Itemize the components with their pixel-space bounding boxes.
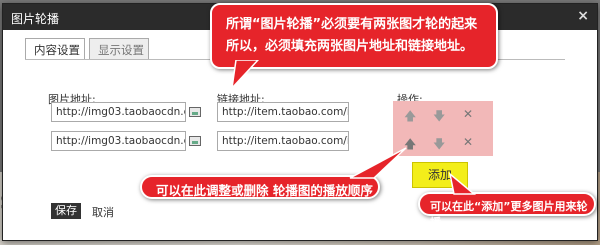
image-picker-icon[interactable] [189,107,201,117]
cancel-button[interactable]: 取消 [92,204,114,220]
callout-tail-icon [448,172,477,195]
link-url-input[interactable]: http://item.taobao.com/item. [217,131,349,151]
image-picker-icon[interactable] [189,136,201,146]
image-url-input[interactable]: http://img03.taobaocdn.com/ [51,131,186,151]
delete-icon[interactable]: ✕ [463,135,473,149]
annotation-text-line: 所以，必须填充两张图片地址和链接地址。 [226,39,474,54]
tab-content-settings[interactable]: 内容设置 [25,38,85,60]
callout-tail-icon [230,60,260,90]
annotation-callout-add-more: 可以在此“添加”更多图片用来轮播 [418,192,596,229]
delete-icon[interactable]: ✕ [463,107,473,121]
annotation-text-line: 所谓“图片轮播”必须要有两张图才轮的起来 [226,17,478,32]
move-up-icon[interactable]: 🡅 [404,107,416,128]
move-down-icon[interactable]: 🡇 [433,107,445,128]
image-url-input[interactable]: http://img03.taobaocdn.com/ [51,102,186,122]
tab-display-settings[interactable]: 显示设置 [89,38,149,60]
close-icon[interactable]: × [577,8,589,24]
link-url-input[interactable]: http://item.taobao.com/item. [217,102,349,122]
dialog-title: 图片轮播 [11,12,60,26]
callout-tail-icon [349,147,407,179]
move-down-icon[interactable]: 🡇 [433,135,445,156]
save-button[interactable]: 保存 [51,203,81,219]
